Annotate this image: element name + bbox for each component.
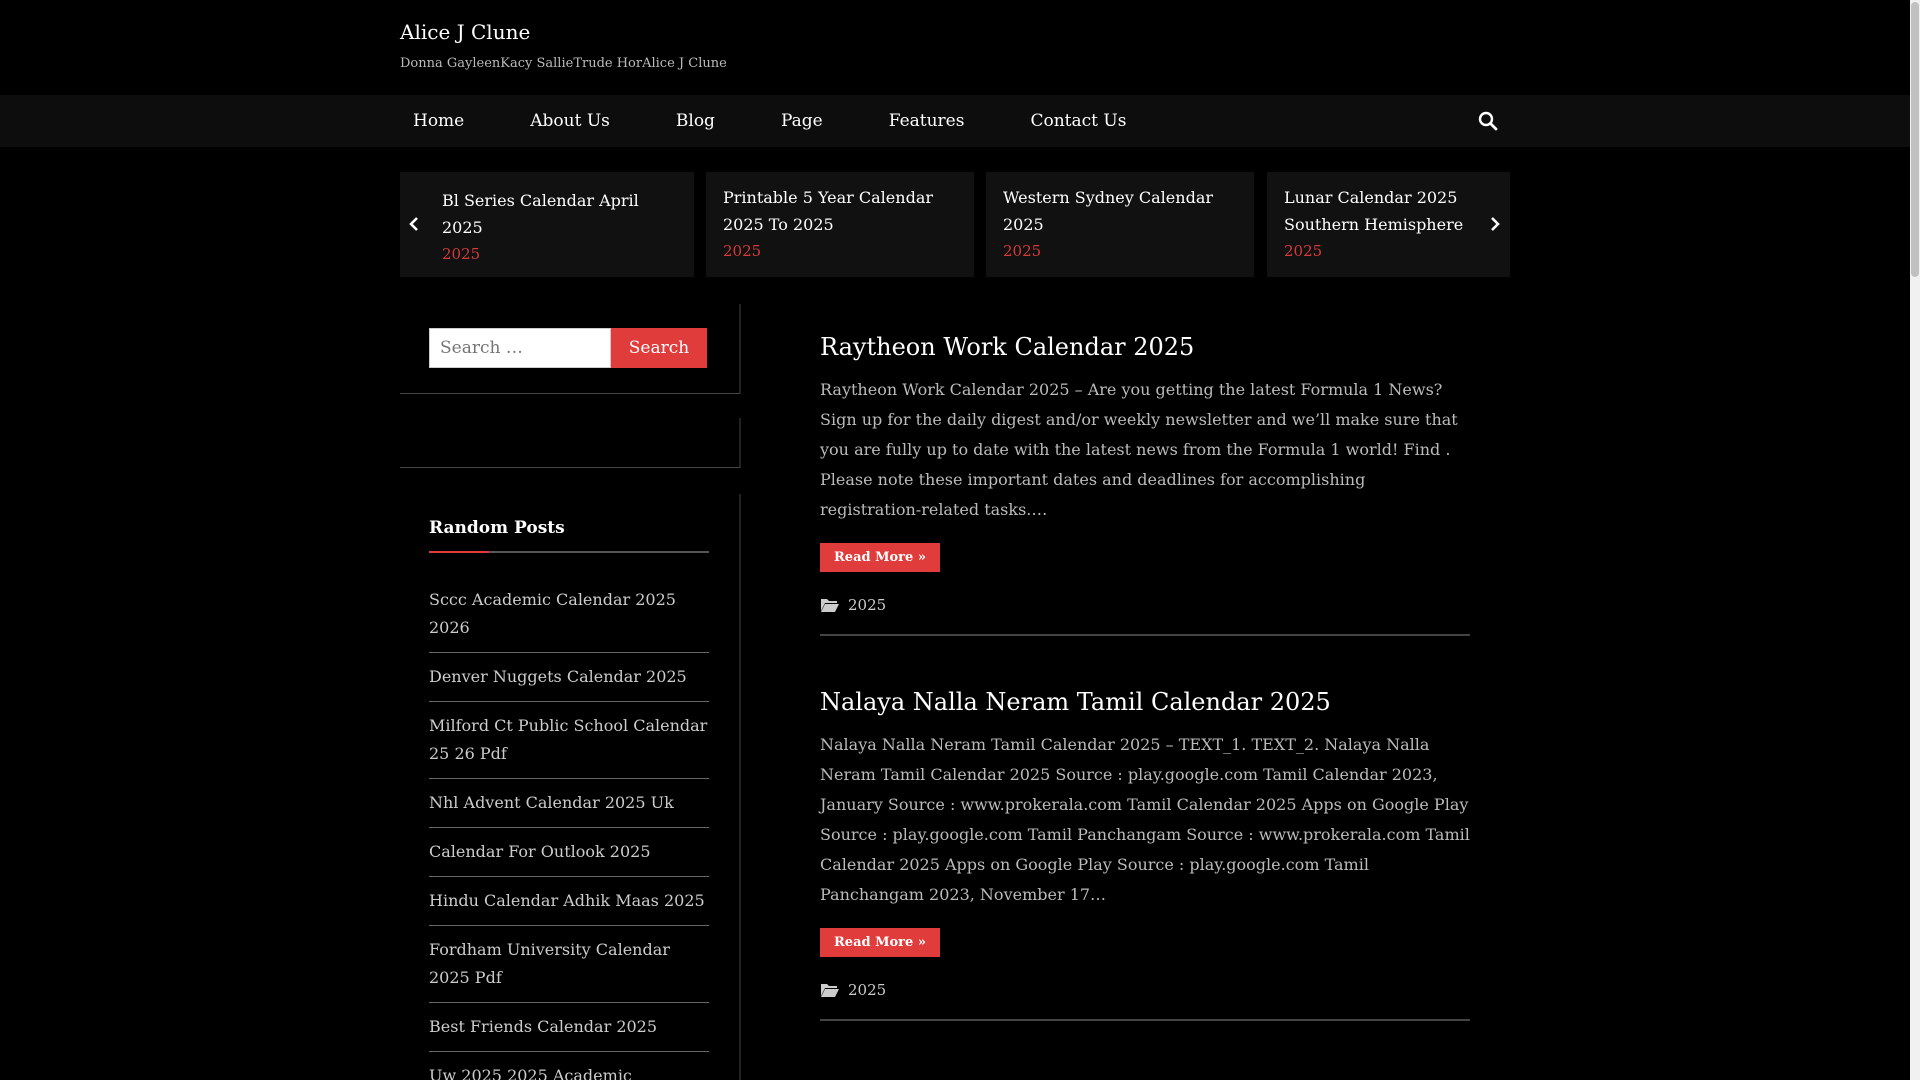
sidebar-search-widget: Search bbox=[400, 304, 741, 394]
nav-item-contact-us[interactable]: Contact Us bbox=[1017, 111, 1139, 131]
nav-item-features[interactable]: Features bbox=[876, 111, 978, 131]
slide-title[interactable]: Western Sydney Calendar 2025 bbox=[1003, 184, 1237, 238]
random-posts-title: Random Posts bbox=[429, 518, 565, 538]
search-button[interactable]: Search bbox=[611, 328, 707, 368]
post-article: Raytheon Work Calendar 2025 Raytheon Wor… bbox=[820, 333, 1470, 636]
list-item[interactable]: Calendar For Outlook 2025 bbox=[429, 828, 709, 877]
slide-title[interactable]: Bl Series Calendar April 2025 bbox=[442, 187, 677, 241]
site-header: Alice J Clune Donna GayleenKacy SallieTr… bbox=[400, 20, 727, 71]
site-description: Donna GayleenKacy SallieTrude HorAlice J… bbox=[400, 56, 727, 71]
slide-category[interactable]: 2025 bbox=[723, 242, 957, 260]
main-navigation: Home About Us Blog Page Features Contact… bbox=[0, 95, 1910, 147]
post-divider bbox=[820, 1019, 1470, 1021]
list-item[interactable]: Hindu Calendar Adhik Maas 2025 bbox=[429, 877, 709, 926]
list-item[interactable]: Sccc Academic Calendar 2025 2026 bbox=[429, 576, 709, 653]
read-more-button[interactable]: Read More » bbox=[820, 928, 940, 957]
slide-category[interactable]: 2025 bbox=[1284, 242, 1493, 260]
sidebar-random-posts-widget: Random Posts Sccc Academic Calendar 2025… bbox=[400, 494, 741, 1080]
nav-item-home[interactable]: Home bbox=[400, 111, 477, 131]
list-item[interactable]: Denver Nuggets Calendar 2025 bbox=[429, 653, 709, 702]
featured-slider: Bl Series Calendar April 2025 2025 Print… bbox=[400, 172, 1510, 277]
slide[interactable]: Printable 5 Year Calendar 2025 To 2025 2… bbox=[706, 172, 974, 277]
chevron-left-icon[interactable] bbox=[404, 212, 424, 236]
nav-item-about-us[interactable]: About Us bbox=[517, 111, 623, 131]
post-article: Nalaya Nalla Neram Tamil Calendar 2025 N… bbox=[820, 688, 1470, 1021]
widget-title-underline bbox=[429, 551, 709, 553]
slide-title[interactable]: Lunar Calendar 2025 Southern Hemisphere bbox=[1284, 184, 1493, 238]
slide-category[interactable]: 2025 bbox=[1003, 242, 1237, 260]
list-item[interactable]: Nhl Advent Calendar 2025 Uk bbox=[429, 779, 709, 828]
nav-item-page[interactable]: Page bbox=[768, 111, 836, 131]
site-title[interactable]: Alice J Clune bbox=[400, 20, 727, 44]
scrollbar-thumb[interactable] bbox=[1911, 2, 1919, 277]
folder-open-icon bbox=[821, 984, 839, 997]
sidebar-empty-widget bbox=[400, 418, 741, 468]
slide-category[interactable]: 2025 bbox=[442, 245, 677, 263]
slide[interactable]: Western Sydney Calendar 2025 2025 bbox=[986, 172, 1254, 277]
post-title[interactable]: Raytheon Work Calendar 2025 bbox=[820, 333, 1470, 361]
folder-open-icon bbox=[821, 599, 839, 612]
search-icon[interactable] bbox=[1478, 111, 1498, 131]
search-input[interactable] bbox=[429, 328, 611, 368]
post-divider bbox=[820, 634, 1470, 636]
post-title[interactable]: Nalaya Nalla Neram Tamil Calendar 2025 bbox=[820, 688, 1470, 716]
post-meta: 2025 bbox=[820, 596, 1470, 614]
read-more-button[interactable]: Read More » bbox=[820, 543, 940, 572]
post-category[interactable]: 2025 bbox=[848, 981, 886, 999]
random-posts-list: Sccc Academic Calendar 2025 2026 Denver … bbox=[429, 576, 709, 1080]
slide-title[interactable]: Printable 5 Year Calendar 2025 To 2025 bbox=[723, 184, 957, 238]
list-item[interactable]: Uw 2025 2025 Academic Calendar bbox=[429, 1052, 709, 1080]
post-excerpt: Nalaya Nalla Neram Tamil Calendar 2025 –… bbox=[820, 735, 1470, 904]
slide[interactable]: Lunar Calendar 2025 Southern Hemisphere … bbox=[1267, 172, 1510, 277]
post-meta: 2025 bbox=[820, 981, 1470, 999]
slide[interactable]: Bl Series Calendar April 2025 2025 bbox=[400, 172, 694, 277]
post-category[interactable]: 2025 bbox=[848, 596, 886, 614]
page-scrollbar[interactable] bbox=[1910, 0, 1920, 1080]
list-item[interactable]: Fordham University Calendar 2025 Pdf bbox=[429, 926, 709, 1003]
nav-item-blog[interactable]: Blog bbox=[663, 111, 728, 131]
list-item[interactable]: Milford Ct Public School Calendar 25 26 … bbox=[429, 702, 709, 779]
list-item[interactable]: Best Friends Calendar 2025 bbox=[429, 1003, 709, 1052]
chevron-right-icon[interactable] bbox=[1485, 212, 1505, 236]
post-excerpt: Raytheon Work Calendar 2025 – Are you ge… bbox=[820, 380, 1458, 519]
